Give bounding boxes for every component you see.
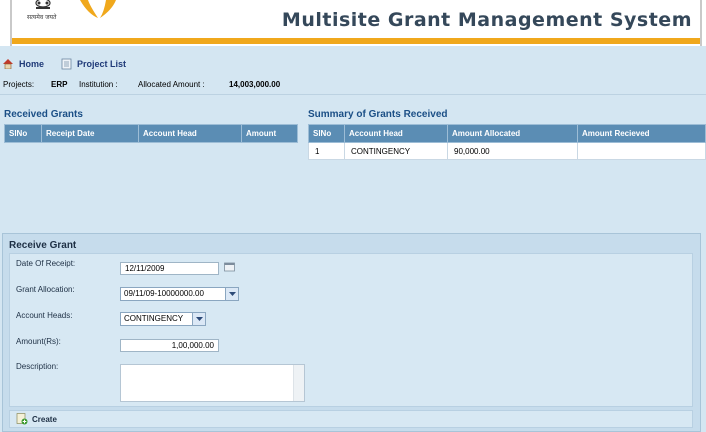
column-header[interactable]: Receipt Date: [41, 124, 139, 143]
create-button-label: Create: [32, 414, 57, 424]
projects-value: ERP: [51, 80, 68, 89]
column-header[interactable]: Amount: [241, 124, 298, 143]
receive-grant-title: Receive Grant: [9, 240, 77, 251]
received-grants-table: SlNo Receipt Date Account Head Amount: [4, 124, 298, 143]
home-icon: [3, 59, 13, 69]
grant-allocation-value: 09/11/09-10000000.00: [124, 289, 204, 298]
grant-allocation-select[interactable]: 09/11/09-10000000.00: [120, 287, 239, 301]
allocated-amount-label: Allocated Amount :: [138, 80, 205, 89]
description-textarea[interactable]: [120, 364, 305, 402]
table-cell: [577, 142, 706, 160]
table-row: 1 CONTINGENCY 90,000.00: [308, 142, 706, 160]
nav-project-list-label: Project List: [77, 59, 127, 69]
scrollbar[interactable]: [293, 365, 304, 401]
summary-header-row: SlNo Account Head Amount Allocated Amoun…: [308, 124, 706, 143]
banner-right-edge: [700, 0, 702, 46]
institution-label: Institution :: [79, 80, 118, 89]
create-button[interactable]: Create: [16, 413, 57, 425]
table-cell: 90,000.00: [447, 142, 578, 160]
document-icon: [61, 58, 72, 70]
column-header[interactable]: Account Head: [138, 124, 242, 143]
amount-input[interactable]: [120, 339, 219, 352]
calendar-icon[interactable]: [224, 262, 235, 272]
column-header[interactable]: Amount Allocated: [447, 124, 578, 143]
receive-grant-panel: Receive Grant Date Of Receipt: Grant All…: [2, 233, 701, 432]
national-motto: सत्यमेव जयते: [27, 14, 57, 21]
account-heads-label: Account Heads:: [16, 311, 73, 320]
top-nav: Home Project List: [0, 56, 706, 74]
nav-home[interactable]: Home: [2, 58, 44, 69]
banner-gold-stripe: [12, 38, 700, 44]
nav-project-list[interactable]: Project List: [61, 58, 126, 70]
column-header[interactable]: SlNo: [4, 124, 42, 143]
received-grants-header-row: SlNo Receipt Date Account Head Amount: [4, 124, 298, 143]
description-label: Description:: [16, 362, 59, 371]
form-actions-bar: Create: [9, 410, 693, 428]
add-document-icon: [16, 413, 28, 425]
column-header[interactable]: SlNo: [308, 124, 345, 143]
date-of-receipt-label: Date Of Receipt:: [16, 259, 76, 268]
table-cell: CONTINGENCY: [344, 142, 448, 160]
table-cell: 1: [308, 142, 345, 160]
receive-grant-form: Date Of Receipt: Grant Allocation: 09/11…: [9, 253, 693, 407]
column-header[interactable]: Account Head: [344, 124, 448, 143]
amount-label: Amount(Rs):: [16, 337, 61, 346]
projects-label: Projects:: [3, 80, 35, 89]
summary-title: Summary of Grants Received: [308, 109, 448, 120]
allocated-amount-value: 14,003,000.00: [229, 80, 281, 89]
account-heads-select[interactable]: CONTINGENCY: [120, 312, 206, 326]
received-grants-title: Received Grants: [4, 109, 83, 120]
brand-logo-icon: [80, 0, 116, 18]
project-info-bar: Projects: ERP Institution : Allocated Am…: [0, 74, 706, 95]
column-header[interactable]: Amount Recieved: [577, 124, 706, 143]
header-banner: सत्यमेव जयते Multisite Grant Management …: [0, 0, 706, 46]
chevron-down-icon[interactable]: [192, 313, 205, 325]
app-title: Multisite Grant Management System: [281, 9, 692, 31]
chevron-down-icon[interactable]: [225, 288, 238, 300]
account-heads-value: CONTINGENCY: [124, 314, 184, 323]
grant-allocation-label: Grant Allocation:: [16, 285, 75, 294]
date-of-receipt-input[interactable]: [120, 262, 219, 275]
summary-table: SlNo Account Head Amount Allocated Amoun…: [308, 124, 706, 160]
nav-home-label: Home: [19, 58, 45, 69]
